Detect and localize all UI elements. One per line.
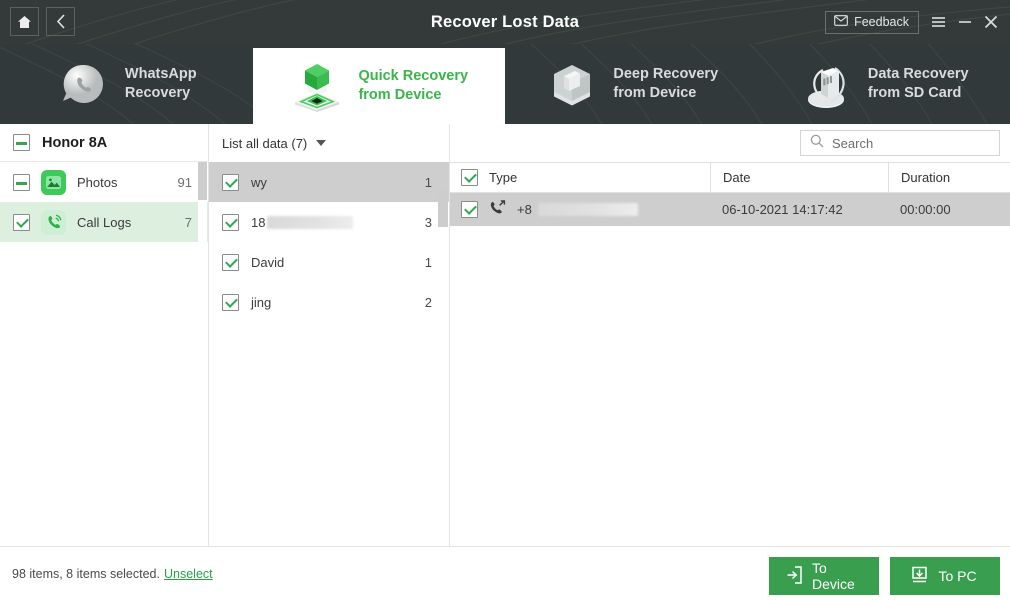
redacted-number — [537, 203, 638, 216]
title-bar: Recover Lost Data Feedback — [0, 0, 1010, 44]
table-row[interactable]: +8 06-10-2021 14:17:42 00:00:00 — [450, 193, 1010, 226]
selection-status: 98 items, 8 items selected. Unselect — [12, 547, 213, 600]
cell-date: 06-10-2021 14:17:42 — [722, 202, 843, 217]
row-checkbox[interactable] — [461, 201, 478, 218]
green-cube-platform-icon — [289, 60, 345, 112]
list-item-name: wy — [251, 174, 267, 190]
window-controls — [931, 14, 1000, 30]
call-logs-checkbox[interactable] — [13, 213, 30, 231]
list-item[interactable]: jing 2 — [209, 282, 449, 322]
minimize-icon[interactable] — [957, 14, 972, 30]
table-header-duration[interactable]: Duration — [888, 163, 1010, 192]
table-header-row: Type Date Duration — [450, 162, 1010, 193]
action-buttons: To Device To PC — [769, 557, 1000, 595]
photos-icon — [41, 169, 66, 195]
to-pc-button[interactable]: To PC — [890, 557, 1000, 595]
search-input[interactable] — [832, 135, 982, 151]
tab-label: Quick Recovery from Device — [358, 68, 469, 103]
tab-whatsapp-recovery[interactable]: WhatsApp Recovery — [0, 44, 253, 124]
column-label-duration: Duration — [901, 170, 951, 185]
list-item[interactable]: wy 1 — [209, 162, 449, 202]
tab-quick-recovery-from-device[interactable]: Quick Recovery from Device — [252, 48, 505, 124]
details-panel: Type Date Duration — [450, 124, 1010, 546]
list-item-checkbox[interactable] — [222, 293, 239, 311]
tab-label: Data Recovery from SD Card — [867, 66, 969, 101]
table-header-type: Type — [450, 169, 710, 186]
envelope-icon — [834, 14, 848, 29]
status-label: 98 items, 8 items selected. — [12, 567, 160, 581]
record-number: +8 — [517, 202, 532, 217]
tab-deep-recovery-from-device[interactable]: Deep Recovery from Device — [505, 44, 758, 124]
outgoing-call-icon — [489, 200, 506, 219]
tab-list: WhatsApp Recovery Quick Recovery from De… — [0, 44, 1010, 124]
tab-data-recovery-from-sd-card[interactable]: Data Recovery from SD Card — [758, 44, 1010, 124]
cell-type: +8 — [450, 200, 710, 219]
device-header[interactable]: Honor 8A — [0, 124, 208, 162]
unselect-link[interactable]: Unselect — [164, 567, 213, 581]
list-item-name: jing — [251, 294, 272, 310]
titlebar-right-controls: Feedback — [825, 0, 1000, 44]
to-device-label: To Device — [812, 560, 855, 592]
whatsapp-balloon-icon — [56, 58, 112, 110]
list-item[interactable]: 18 3 — [209, 202, 449, 242]
mode-tab-bar: WhatsApp Recovery Quick Recovery from De… — [0, 44, 1010, 124]
export-to-device-icon — [786, 565, 803, 587]
sidebar-scrollbar[interactable] — [198, 162, 207, 546]
hamburger-menu-icon[interactable] — [931, 14, 946, 30]
list-scrollbar[interactable] — [438, 162, 448, 546]
device-checkbox[interactable] — [13, 134, 30, 151]
list-item-checkbox[interactable] — [222, 173, 239, 191]
list-item-checkbox[interactable] — [222, 253, 239, 271]
to-pc-label: To PC — [938, 568, 977, 584]
app-window: Recover Lost Data Feedback WhatsApp Reco… — [0, 0, 1010, 600]
list-item-name: 18 — [251, 214, 266, 230]
feedback-button[interactable]: Feedback — [825, 10, 919, 34]
column-label-type: Type — [489, 170, 518, 185]
list-item-name-wrap: 18 — [251, 215, 413, 230]
list-scrollbar-thumb[interactable] — [438, 189, 448, 227]
redacted-number — [267, 215, 354, 229]
list-item[interactable]: David 1 — [209, 242, 449, 282]
select-all-checkbox[interactable] — [461, 169, 478, 186]
table-header-date[interactable]: Date — [710, 163, 888, 192]
close-icon[interactable] — [983, 14, 998, 30]
glass-box-icon — [544, 58, 600, 110]
sd-card-icon — [799, 58, 855, 110]
tab-label: Deep Recovery from Device — [613, 66, 719, 101]
sidebar: Honor 8A Photos 91 Call Logs 7 — [0, 124, 209, 546]
search-box[interactable] — [800, 130, 1000, 156]
cell-duration: 00:00:00 — [900, 202, 951, 217]
sidebar-item-label: Call Logs — [77, 214, 132, 230]
call-logs-icon — [41, 209, 66, 235]
list-item-checkbox[interactable] — [222, 213, 239, 231]
search-icon — [810, 134, 824, 153]
feedback-label: Feedback — [854, 14, 909, 29]
sidebar-scrollbar-thumb[interactable] — [198, 162, 207, 200]
sidebar-item-photos[interactable]: Photos 91 — [0, 162, 208, 202]
column-label-date: Date — [723, 170, 751, 185]
to-device-button[interactable]: To Device — [769, 557, 879, 595]
sidebar-item-label: Photos — [77, 174, 118, 190]
list-item-name: David — [251, 254, 285, 270]
list-filter-label: List all data (7) — [222, 135, 308, 151]
photos-checkbox[interactable] — [13, 173, 30, 191]
records-table: Type Date Duration +8 06-10-2021 14:17:4… — [450, 162, 1010, 226]
list-filter-dropdown[interactable]: List all data (7) — [209, 124, 449, 162]
device-name: Honor 8A — [42, 134, 108, 151]
search-bar — [450, 124, 1010, 162]
download-to-pc-icon — [910, 566, 929, 587]
tab-label: WhatsApp Recovery — [124, 66, 197, 101]
main-content: Honor 8A Photos 91 Call Logs 7 List all … — [0, 124, 1010, 546]
sidebar-item-call-logs[interactable]: Call Logs 7 — [0, 202, 208, 242]
contact-list-panel: List all data (7) wy 1 18 3 David 1 jing… — [209, 124, 450, 546]
caret-down-icon — [316, 140, 327, 146]
bottom-bar: 98 items, 8 items selected. Unselect To … — [0, 546, 1010, 600]
